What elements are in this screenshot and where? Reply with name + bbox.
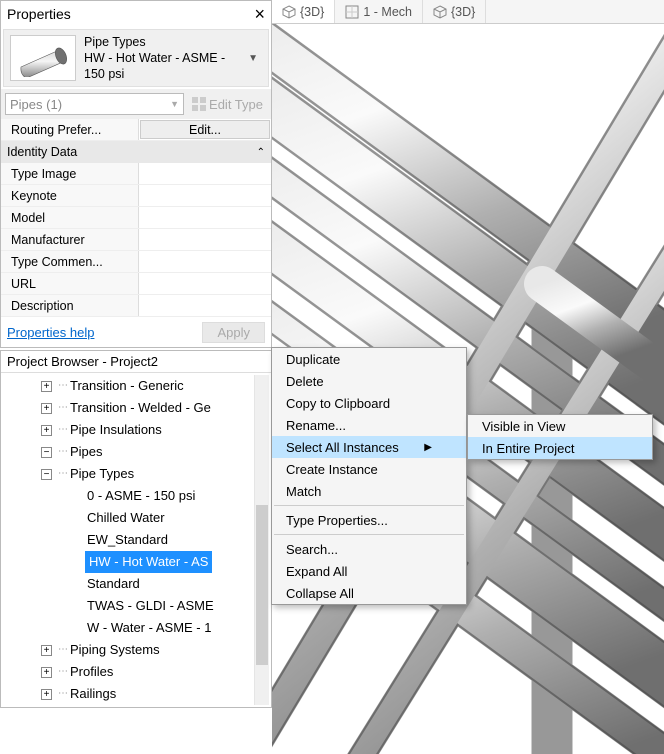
expander-icon[interactable]: + bbox=[41, 645, 52, 656]
ctx-create-instance[interactable]: Create Instance bbox=[272, 458, 466, 480]
ctx-collapse-all[interactable]: Collapse All bbox=[272, 582, 466, 604]
prop-type-comments-value[interactable] bbox=[139, 251, 271, 272]
expander-icon[interactable]: + bbox=[41, 381, 52, 392]
tree-pipe-type-twas[interactable]: TWAS - GLDI - ASME bbox=[85, 595, 216, 617]
prop-description-label: Description bbox=[1, 295, 139, 316]
properties-title: Properties bbox=[7, 6, 71, 22]
type-category: Pipe Types bbox=[84, 34, 244, 50]
floorplan-icon bbox=[345, 5, 359, 19]
prop-model-value[interactable] bbox=[139, 207, 271, 228]
tree-pipe-type-w[interactable]: W - Water - ASME - 1 bbox=[85, 617, 213, 639]
tree-pipe-type-ew[interactable]: EW_Standard bbox=[85, 529, 170, 551]
tree-transition-generic[interactable]: Transition - Generic bbox=[68, 375, 186, 397]
tree-pipe-type-0[interactable]: 0 - ASME - 150 psi bbox=[85, 485, 197, 507]
type-selector[interactable]: Pipe Types HW - Hot Water - ASME - 150 p… bbox=[3, 29, 269, 87]
ctx-in-entire-project[interactable]: In Entire Project bbox=[468, 437, 652, 459]
tree-transition-welded[interactable]: Transition - Welded - Ge bbox=[68, 397, 213, 419]
chevron-down-icon: ▼ bbox=[170, 99, 179, 109]
separator bbox=[274, 534, 464, 535]
selection-filter-combo[interactable]: Pipes (1) ▼ bbox=[5, 93, 184, 115]
expander-icon[interactable]: + bbox=[41, 667, 52, 678]
browser-scrollbar[interactable] bbox=[254, 375, 269, 705]
collapse-icon: ⌃ bbox=[257, 147, 265, 158]
context-menu: Duplicate Delete Copy to Clipboard Renam… bbox=[271, 347, 467, 605]
prop-type-image-label: Type Image bbox=[1, 163, 139, 184]
ctx-select-all-instances[interactable]: Select All Instances▶ bbox=[272, 436, 466, 458]
expander-icon[interactable]: + bbox=[41, 425, 52, 436]
prop-description-value[interactable] bbox=[139, 295, 271, 316]
prop-manufacturer-label: Manufacturer bbox=[1, 229, 139, 250]
prop-url-value[interactable] bbox=[139, 273, 271, 294]
tree-profiles[interactable]: Profiles bbox=[68, 661, 115, 683]
chevron-down-icon[interactable]: ▼ bbox=[244, 53, 262, 64]
prop-routing-label: Routing Prefer... bbox=[1, 119, 139, 140]
type-name: HW - Hot Water - ASME - 150 psi bbox=[84, 50, 244, 82]
tree-pipe-type-standard[interactable]: Standard bbox=[85, 573, 142, 595]
cube-icon bbox=[282, 5, 296, 19]
prop-type-comments-label: Type Commen... bbox=[1, 251, 139, 272]
selection-filter-label: Pipes (1) bbox=[10, 97, 62, 112]
context-submenu: Visible in View In Entire Project bbox=[467, 414, 653, 460]
expander-icon[interactable]: + bbox=[41, 689, 52, 700]
view-tab-3d-2[interactable]: {3D} bbox=[423, 0, 486, 23]
tree-railings[interactable]: Railings bbox=[68, 683, 118, 705]
tree-piping-systems[interactable]: Piping Systems bbox=[68, 639, 162, 661]
edit-type-icon bbox=[192, 97, 206, 111]
ctx-expand-all[interactable]: Expand All bbox=[272, 560, 466, 582]
tree-pipes[interactable]: Pipes bbox=[68, 441, 105, 463]
ctx-copy[interactable]: Copy to Clipboard bbox=[272, 392, 466, 414]
ctx-delete[interactable]: Delete bbox=[272, 370, 466, 392]
section-identity-data[interactable]: Identity Data ⌃ bbox=[1, 141, 271, 163]
tree-pipe-insulations[interactable]: Pipe Insulations bbox=[68, 419, 164, 441]
submenu-arrow-icon: ▶ bbox=[424, 442, 432, 453]
ctx-visible-in-view[interactable]: Visible in View bbox=[468, 415, 652, 437]
routing-edit-button[interactable]: Edit... bbox=[140, 120, 270, 139]
separator bbox=[274, 505, 464, 506]
prop-url-label: URL bbox=[1, 273, 139, 294]
prop-keynote-label: Keynote bbox=[1, 185, 139, 206]
tree-pipe-type-chilled[interactable]: Chilled Water bbox=[85, 507, 167, 529]
expander-icon[interactable]: − bbox=[41, 469, 52, 480]
properties-help-link[interactable]: Properties help bbox=[7, 325, 94, 340]
expander-icon[interactable]: − bbox=[41, 447, 52, 458]
ctx-rename[interactable]: Rename... bbox=[272, 414, 466, 436]
edit-type-label: Edit Type bbox=[209, 97, 263, 112]
close-icon[interactable]: × bbox=[254, 4, 265, 25]
ctx-duplicate[interactable]: Duplicate bbox=[272, 348, 466, 370]
view-tab-mech[interactable]: 1 - Mech bbox=[335, 0, 423, 23]
type-thumbnail bbox=[10, 35, 76, 81]
tree-pipe-type-hw[interactable]: HW - Hot Water - AS bbox=[85, 551, 212, 573]
edit-type-button[interactable]: Edit Type bbox=[188, 93, 267, 115]
prop-model-label: Model bbox=[1, 207, 139, 228]
apply-button[interactable]: Apply bbox=[202, 322, 265, 343]
cube-icon bbox=[433, 5, 447, 19]
expander-icon[interactable]: + bbox=[41, 403, 52, 414]
project-browser-title: Project Browser - Project2 bbox=[1, 351, 271, 373]
view-tab-3d-1[interactable]: {3D} bbox=[272, 0, 335, 23]
ctx-search[interactable]: Search... bbox=[272, 538, 466, 560]
tree-pipe-types[interactable]: Pipe Types bbox=[68, 463, 136, 485]
prop-type-image-value[interactable] bbox=[139, 163, 271, 184]
ctx-type-properties[interactable]: Type Properties... bbox=[272, 509, 466, 531]
ctx-match[interactable]: Match bbox=[272, 480, 466, 502]
prop-manufacturer-value[interactable] bbox=[139, 229, 271, 250]
prop-keynote-value[interactable] bbox=[139, 185, 271, 206]
